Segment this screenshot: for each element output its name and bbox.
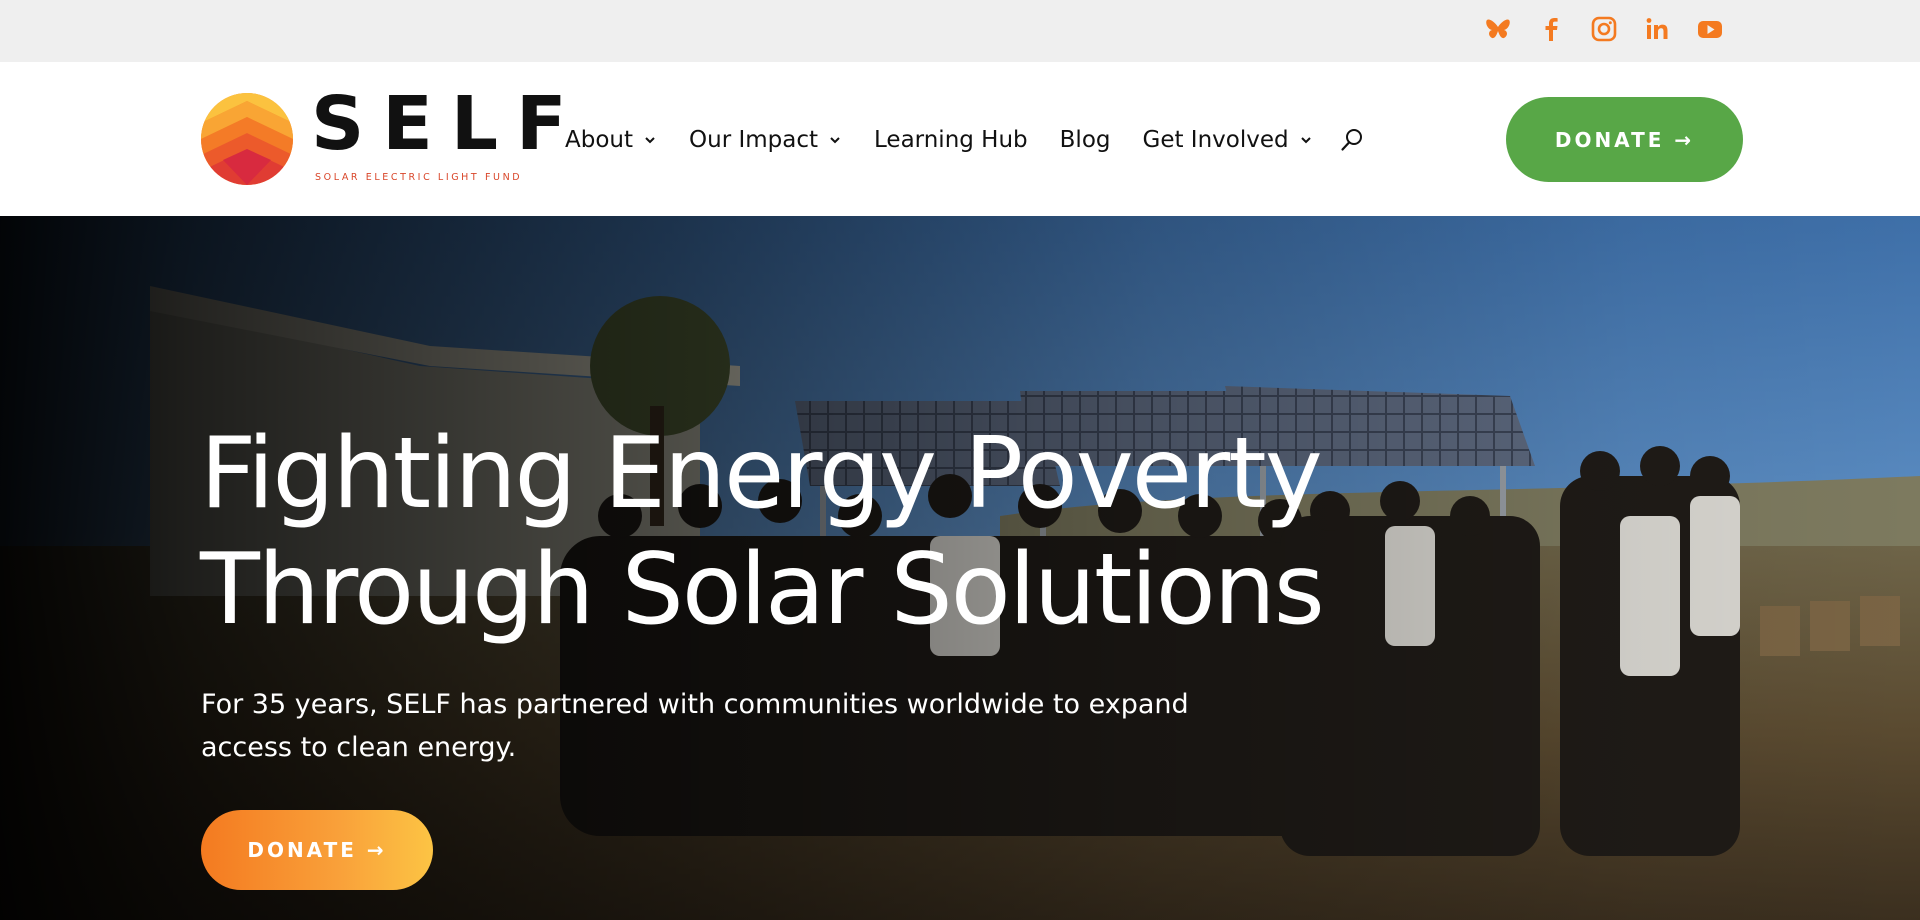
social-bar: [0, 0, 1920, 62]
bluesky-link[interactable]: [1483, 14, 1513, 44]
butterfly-icon: [1486, 19, 1510, 39]
nav-item-label: About: [565, 127, 634, 153]
nav-item-blog[interactable]: Blog: [1060, 127, 1111, 153]
linkedin-icon: [1646, 18, 1668, 39]
youtube-link[interactable]: [1695, 14, 1725, 44]
hero-subtitle: For 35 years, SELF has partnered with co…: [201, 689, 1189, 763]
main-nav: About Our Impact Learning Hub Blog Get I…: [565, 120, 1365, 160]
nav-item-label: Learning Hub: [874, 127, 1028, 153]
facebook-link[interactable]: [1536, 14, 1566, 44]
nav-item-get-involved[interactable]: Get Involved: [1143, 127, 1313, 153]
linkedin-link[interactable]: [1642, 14, 1672, 44]
nav-item-label: Blog: [1059, 127, 1111, 153]
self-logo[interactable]: SELF SOLAR ELECTRIC LIGHT FUND: [201, 87, 567, 187]
nav-item-learning-hub[interactable]: Learning Hub: [874, 127, 1028, 153]
hero-title-line-1: Fighting Energy Poverty: [200, 417, 1323, 531]
facebook-icon: [1545, 18, 1558, 41]
hero-section: Fighting Energy Poverty Through Solar So…: [0, 216, 1920, 920]
nav-item-our-impact[interactable]: Our Impact: [689, 127, 842, 153]
youtube-icon: [1698, 21, 1722, 38]
instagram-icon: [1591, 16, 1617, 42]
site-header: SELF SOLAR ELECTRIC LIGHT FUND About Our…: [0, 62, 1920, 216]
chevron-down-icon: [830, 137, 840, 144]
nav-item-label: Get Involved: [1142, 127, 1289, 153]
nav-item-label: Our Impact: [689, 127, 819, 153]
logo-wordmark: SELF: [311, 81, 585, 167]
chevron-down-icon: [645, 137, 655, 144]
donate-button-header[interactable]: DONATE →: [1506, 97, 1743, 182]
hero-title-line-2: Through Solar Solutions: [200, 533, 1325, 647]
instagram-link[interactable]: [1589, 14, 1619, 44]
social-links: [1460, 14, 1725, 44]
sun-logo-icon: [201, 93, 293, 185]
nav-item-about[interactable]: About: [565, 127, 657, 153]
search-icon[interactable]: [1339, 127, 1365, 153]
logo-tagline: SOLAR ELECTRIC LIGHT FUND: [315, 172, 523, 183]
chevron-down-icon: [1300, 137, 1311, 144]
donate-button-hero[interactable]: DONATE →: [201, 810, 433, 890]
hero-title: Fighting Energy Poverty Through Solar So…: [200, 416, 1400, 648]
